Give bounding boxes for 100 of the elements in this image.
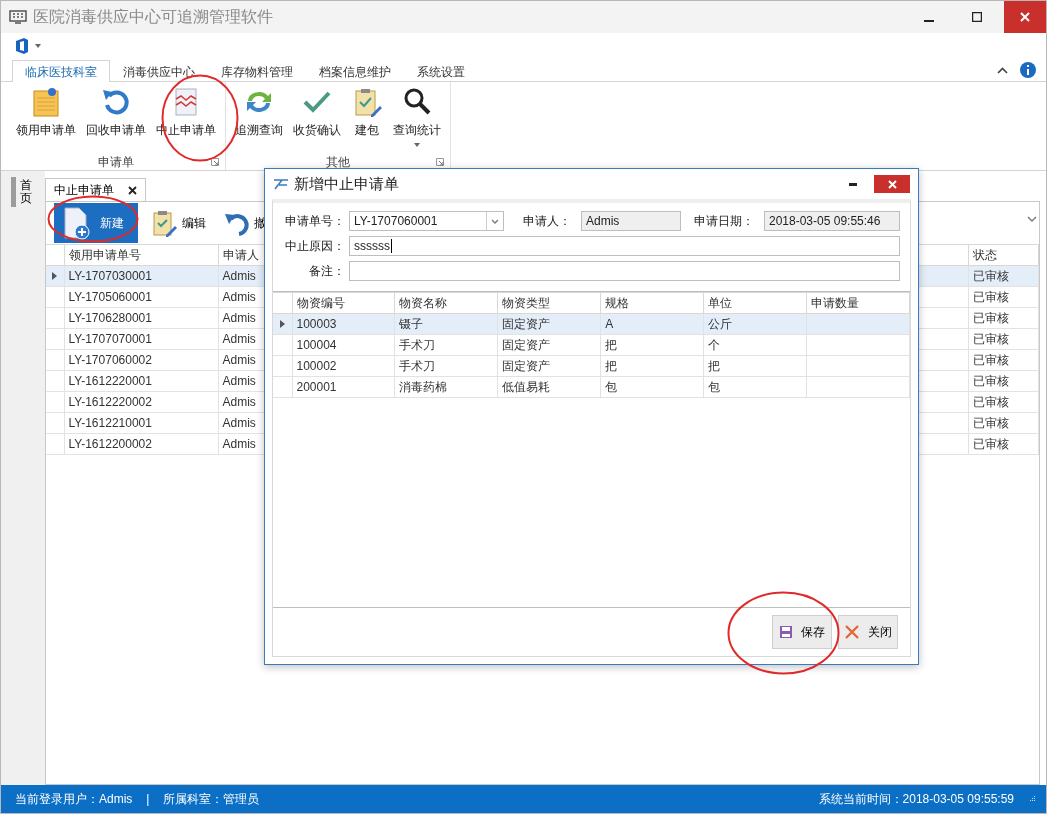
table-cell: 低值易耗 <box>497 376 601 398</box>
ribbon-button[interactable]: 建包 <box>346 86 388 154</box>
table-cell: 固定资产 <box>497 334 601 356</box>
table-cell: 200001 <box>292 376 395 398</box>
table-cell: LY-1707060002 <box>64 349 218 371</box>
field-label: 申请单号： <box>284 212 346 230</box>
table-cell: 固定资产 <box>497 355 601 377</box>
table-cell: 镊子 <box>394 313 498 335</box>
table-cell: 已审核 <box>968 433 1039 455</box>
ribbon-tab[interactable]: 系统设置 <box>404 60 478 82</box>
department: 所属科室：管理员 <box>163 790 260 808</box>
table-cell: 100003 <box>292 313 395 335</box>
ribbon-button[interactable]: 领用申请单 <box>11 86 81 154</box>
toolbar-button[interactable]: 编辑 <box>148 205 210 241</box>
reason-field[interactable]: ssssss <box>349 236 900 256</box>
row-pointer-icon <box>52 272 58 280</box>
column-header[interactable]: 物资编号 <box>292 292 395 314</box>
minimize-icon <box>849 182 857 186</box>
table-cell: 消毒药棉 <box>394 376 498 398</box>
close-icon <box>1020 12 1030 22</box>
app-menu-icon[interactable] <box>15 38 29 54</box>
column-header[interactable]: 领用申请单号 <box>64 244 218 266</box>
column-header[interactable]: 物资名称 <box>394 292 498 314</box>
table-cell: LY-1612220002 <box>64 391 218 413</box>
table-cell: 把 <box>600 334 704 356</box>
toolbar-button[interactable]: 新建 <box>54 203 138 243</box>
clipboard-check-icon <box>152 209 178 237</box>
request-number-dropdown[interactable]: LY-1707060001 <box>349 211 504 231</box>
app-icon <box>9 10 27 24</box>
close-icon[interactable] <box>128 185 137 195</box>
caret-icon <box>414 143 420 147</box>
table-cell: LY-1705060001 <box>64 286 218 308</box>
table-cell: 公斤 <box>703 313 807 335</box>
ribbon-tab[interactable]: 临床医技科室 <box>12 60 110 82</box>
column-header[interactable]: 物资类型 <box>497 292 601 314</box>
ribbon-button[interactable]: 查询统计 <box>388 86 446 154</box>
system-time: 系统当前时间：2018-03-05 09:55:59 <box>818 790 1014 808</box>
applicant-field[interactable]: Admis <box>581 211 681 231</box>
close-icon <box>844 624 860 640</box>
save-button[interactable]: 保存 <box>772 615 832 649</box>
table-cell: 已审核 <box>968 391 1039 413</box>
table-cell: 100004 <box>292 334 395 356</box>
table-cell: 包 <box>600 376 704 398</box>
chevron-down-icon <box>491 218 499 224</box>
close-icon <box>887 179 897 189</box>
dialog-launcher-icon[interactable] <box>211 158 219 166</box>
collapse-icon[interactable] <box>997 66 1008 74</box>
group-label: 其他 <box>326 153 350 171</box>
window-title: 医院消毒供应中心可追溯管理软件 <box>33 6 274 27</box>
ribbon-tab[interactable]: 档案信息维护 <box>306 60 404 82</box>
ribbon-tab[interactable]: 库存物料管理 <box>208 60 306 82</box>
table-cell: 已审核 <box>968 370 1039 392</box>
table-cell: 把 <box>600 355 704 377</box>
table-cell: 固定资产 <box>497 313 601 335</box>
ribbon-button[interactable]: 收货确认 <box>288 86 346 154</box>
row-pointer-icon <box>279 320 285 328</box>
table-cell: 100002 <box>292 355 395 377</box>
current-user: 当前登录用户：Admis <box>15 790 133 808</box>
table-cell: 包 <box>703 376 807 398</box>
column-header[interactable]: 状态 <box>968 244 1039 266</box>
field-label: 申请日期： <box>693 212 755 230</box>
table-cell: LY-1612200002 <box>64 433 218 455</box>
table-cell: LY-1707070001 <box>64 328 218 350</box>
table-cell: 已审核 <box>968 328 1039 350</box>
group-label: 申请单 <box>98 153 134 171</box>
table-cell: 已审核 <box>968 349 1039 371</box>
close-button[interactable] <box>1004 1 1046 33</box>
maximize-icon <box>972 12 982 22</box>
remark-field[interactable] <box>349 261 900 281</box>
close-button[interactable] <box>874 175 910 193</box>
new-document-icon <box>62 206 92 240</box>
table-cell: LY-1612220001 <box>64 370 218 392</box>
column-header[interactable]: 单位 <box>703 292 807 314</box>
table-cell: 已审核 <box>968 307 1039 329</box>
table-cell: LY-1706280001 <box>64 307 218 329</box>
document-tab[interactable]: 中止申请单 <box>45 178 146 201</box>
notepad-icon <box>30 86 62 118</box>
column-header[interactable]: 申请数量 <box>806 292 910 314</box>
chevron-down-icon[interactable] <box>1027 216 1037 222</box>
field-label: 中止原因： <box>284 237 346 255</box>
dialog-launcher-icon[interactable] <box>436 158 444 166</box>
table-cell: 个 <box>703 334 807 356</box>
dialog-icon <box>273 178 289 190</box>
table-cell: A <box>600 313 704 335</box>
table-cell: 已审核 <box>968 286 1039 308</box>
resize-grip-icon[interactable] <box>1028 795 1036 803</box>
close-button[interactable]: 关闭 <box>838 615 898 649</box>
separator: | <box>146 792 150 806</box>
table-cell: 把 <box>703 355 807 377</box>
caret-icon[interactable] <box>35 44 41 48</box>
table-cell: LY-1612210001 <box>64 412 218 434</box>
ribbon-button[interactable]: 回收申请单 <box>81 86 151 154</box>
dialog-title: 新增中止申请单 <box>294 174 400 194</box>
table-cell: 已审核 <box>968 265 1039 287</box>
ribbon-tab[interactable]: 消毒供应中心 <box>110 60 208 82</box>
field-label: 申请人： <box>522 212 572 230</box>
column-header[interactable]: 规格 <box>600 292 704 314</box>
date-field[interactable]: 2018-03-05 09:55:46 <box>764 211 900 231</box>
minimize-icon <box>924 20 934 22</box>
info-icon[interactable] <box>1020 62 1036 78</box>
